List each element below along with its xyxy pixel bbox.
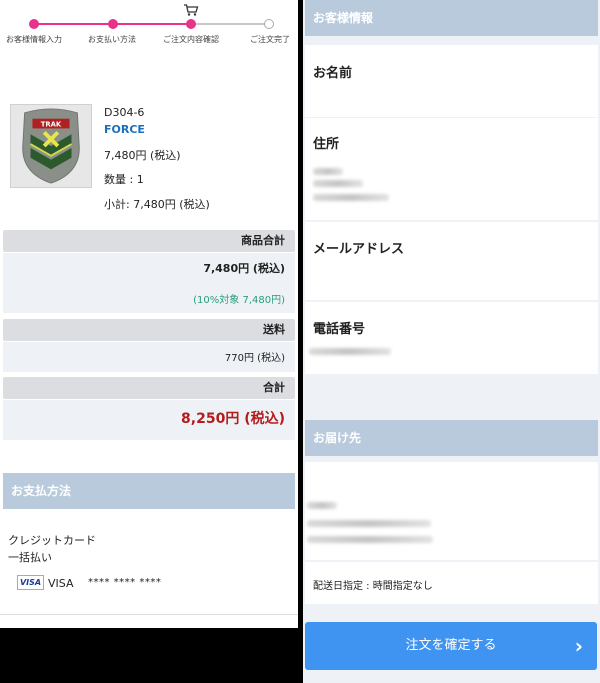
product-code: D304-6 [104, 106, 145, 119]
card-brand: VISA [48, 577, 74, 590]
step-label-4: ご注文完了 [250, 35, 290, 44]
name-card: お名前 [305, 45, 598, 117]
step-dot-2 [108, 19, 118, 29]
checkout-progress: お客様情報入力 お支払い方法 ご注文内容確認 ご注文完了 [0, 0, 298, 50]
delivery-blurred-1 [307, 502, 337, 509]
shipping-value: 770円 (税込) [224, 353, 285, 364]
card-number: **** **** **** [88, 577, 162, 588]
address-card: 住所 [305, 118, 598, 220]
step-dot-3 [186, 19, 196, 29]
cart-item: TRAK D304-6 FORCE 7,480円 (税込) 数量 : 1 小計:… [10, 100, 298, 218]
shipping-box: 770円 (税込) [3, 342, 295, 372]
confirm-order-button[interactable]: 注文を確定する › [305, 622, 597, 670]
step-dot-1 [29, 19, 39, 29]
address-blurred-2 [313, 180, 363, 187]
phone-label: 電話番号 [313, 322, 366, 337]
tax-note: (10%対象 7,480円) [193, 295, 285, 306]
email-card: メールアドレス [305, 222, 598, 300]
divider [0, 614, 298, 615]
delivery-date-note: 配送日指定 : 時間指定なし [313, 581, 433, 592]
phone-card: 電話番号 [305, 302, 598, 374]
items-total-box: 7,480円 (税込) (10%対象 7,480円) [3, 253, 295, 313]
progress-line-remaining [191, 23, 269, 25]
step-dot-4 [264, 19, 274, 29]
email-label: メールアドレス [313, 242, 405, 257]
product-logo-text: TRAK [41, 120, 62, 128]
name-label: お名前 [313, 66, 353, 81]
visa-card-icon: VISA [17, 575, 44, 590]
product-subtotal: 小計: 7,480円 (税込) [104, 198, 210, 211]
bottom-blank [0, 628, 298, 683]
address-blurred-1 [313, 168, 343, 175]
payment-plan: 一括払い [8, 551, 52, 564]
items-total-header: 商品合計 [3, 230, 295, 252]
product-name[interactable]: FORCE [104, 124, 145, 135]
delivery-section-header: お届け先 [305, 420, 598, 456]
delivery-date-card: 配送日指定 : 時間指定なし [305, 562, 598, 604]
order-summary-panel: お客様情報入力 お支払い方法 ご注文内容確認 ご注文完了 TRAK D304-6… [0, 0, 298, 628]
delivery-blurred-3 [307, 536, 433, 543]
payment-section-header: お支払方法 [3, 473, 295, 509]
product-quantity: 数量 : 1 [104, 173, 144, 186]
delivery-blurred-2 [307, 520, 431, 527]
total-box: 8,250円 (税込) [3, 400, 295, 440]
product-price: 7,480円 (税込) [104, 149, 181, 162]
customer-section-header: お客様情報 [305, 0, 598, 36]
cart-icon [184, 4, 199, 16]
customer-info-panel: お客様情報 お名前 住所 メールアドレス 電話番号 お届け先 配送日指定 : 時… [303, 0, 600, 683]
step-label-1: お客様情報入力 [6, 35, 62, 44]
payment-method: クレジットカード [8, 534, 96, 547]
chevron-right-icon: › [574, 634, 583, 658]
address-blurred-3 [313, 194, 389, 201]
phone-blurred [309, 348, 391, 355]
product-image[interactable]: TRAK [10, 104, 92, 188]
shipping-header: 送料 [3, 319, 295, 341]
delivery-address-card [305, 462, 598, 560]
total-value: 8,250円 (税込) [181, 411, 285, 427]
items-total-value: 7,480円 (税込) [203, 262, 285, 275]
step-label-2: お支払い方法 [88, 35, 136, 44]
address-label: 住所 [313, 137, 340, 152]
total-header: 合計 [3, 377, 295, 399]
confirm-order-label: 注文を確定する [405, 638, 497, 653]
step-label-3: ご注文内容確認 [163, 35, 219, 44]
